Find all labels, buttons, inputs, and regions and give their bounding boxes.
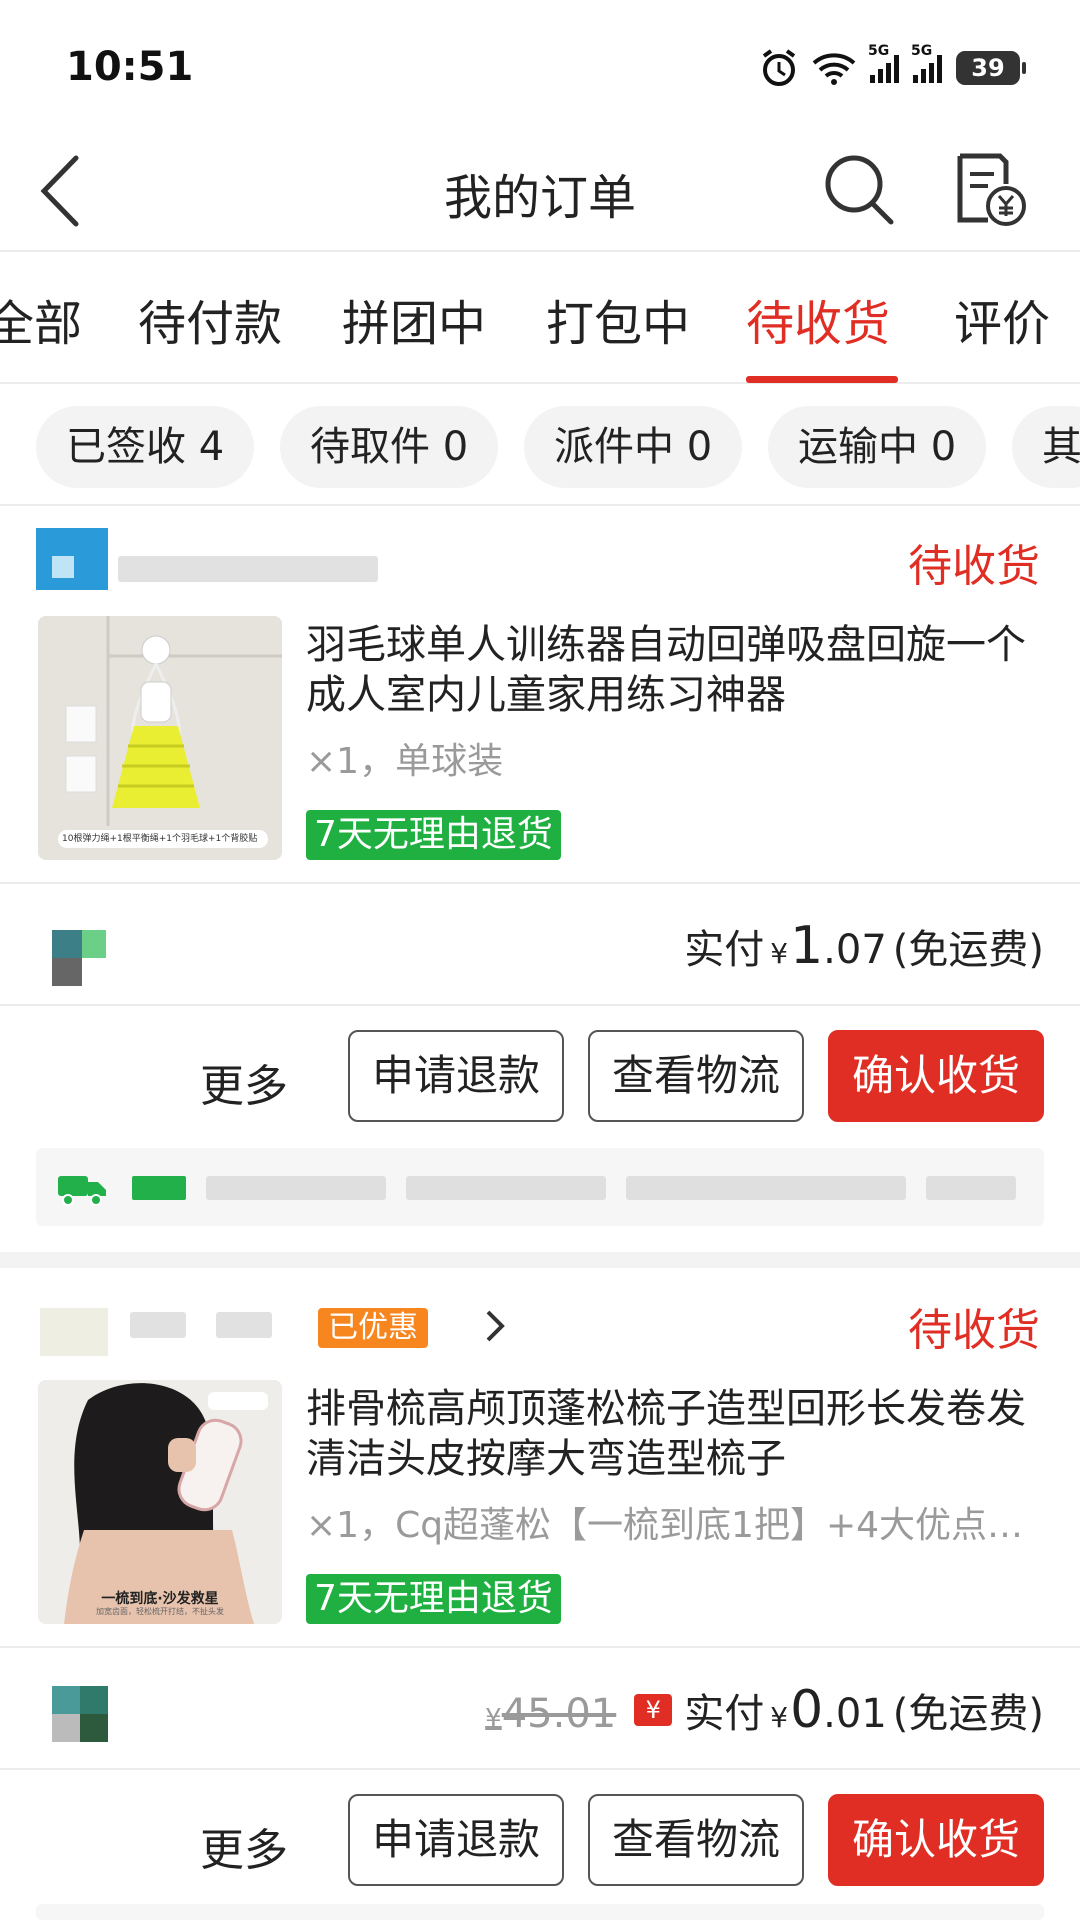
redacted-text — [926, 1176, 1016, 1200]
shipping-note: (免运费) — [892, 1691, 1044, 1737]
pay-integer: 0 — [790, 1680, 824, 1740]
redacted-text — [206, 1176, 386, 1200]
blurred-avatar — [52, 930, 106, 986]
shipping-note: (免运费) — [892, 927, 1044, 973]
net-type-1: 5G — [868, 43, 890, 59]
shop-logo[interactable] — [40, 1308, 108, 1356]
promo-tag: 已优惠 — [318, 1308, 428, 1348]
filter-chips: 已签收 4 待取件 0 派件中 0 运输中 0 其 — [0, 386, 1080, 506]
return-badge: 7天无理由退货 — [306, 1574, 561, 1624]
image-subcaption: 加宽齿面，轻松梳开打结，不扯头发 — [96, 1607, 224, 1616]
net-type-2: 5G — [911, 43, 933, 59]
refund-button[interactable]: 申请退款 — [348, 1030, 564, 1122]
divider — [0, 1768, 1080, 1770]
currency-symbol: ¥ — [770, 937, 789, 970]
image-caption: 10根弹力绳+1根平衡绳+1个羽毛球+1个背胶贴 — [62, 834, 258, 844]
order-tabs: 全部 待付款 拼团中 打包中 待收货 评价 — [0, 254, 1080, 384]
chevron-right-icon[interactable] — [484, 1308, 506, 1344]
redacted-text — [406, 1176, 606, 1200]
page-title: 我的订单 — [443, 170, 636, 226]
confirm-receipt-button[interactable]: 确认收货 — [828, 1030, 1044, 1122]
tab-unpaid[interactable]: 待付款 — [138, 284, 282, 354]
tab-packing[interactable]: 打包中 — [546, 284, 690, 354]
image-caption: 一梳到底·沙发救星 — [101, 1591, 219, 1607]
product-image[interactable]: 10根弹力绳+1根平衡绳+1个羽毛球+1个背胶贴 — [38, 616, 282, 860]
logistics-button[interactable]: 查看物流 — [588, 1030, 804, 1122]
product-spec: ×1，单球装 — [306, 741, 504, 782]
search-icon[interactable] — [822, 152, 896, 226]
payment-line: ¥45.01 ¥ 实付 ¥ 0 .01 (免运费) — [485, 1680, 1044, 1740]
product-spec: ×1，Cq超蓬松【一梳到底1把】+4大优点… — [306, 1505, 1024, 1546]
pay-integer: 1 — [790, 916, 824, 976]
orig-currency: ¥ — [485, 1704, 502, 1734]
chip-delivering[interactable]: 派件中 0 — [524, 406, 743, 488]
tab-all[interactable]: 全部 — [0, 284, 82, 354]
order-status: 待收货 — [908, 541, 1040, 592]
status-bar: 10:51 5G 5G 39 — [0, 0, 1080, 130]
status-time: 10:51 — [66, 44, 194, 90]
redacted-status — [132, 1176, 186, 1200]
product-title[interactable]: 羽毛球单人训练器自动回弹吸盘回旋一个成人室内儿童家用练习神器 — [306, 620, 1036, 720]
chip-in-transit[interactable]: 运输中 0 — [768, 406, 987, 488]
confirm-receipt-button[interactable]: 确认收货 — [828, 1794, 1044, 1886]
redacted-text — [626, 1176, 906, 1200]
orig-price-value: 45.01 — [501, 1691, 617, 1737]
shop-logo[interactable] — [36, 528, 108, 590]
product-image[interactable]: 一梳到底·沙发救星 加宽齿面，轻松梳开打结，不扯头发 — [38, 1380, 282, 1624]
hongbao-icon: ¥ — [634, 1694, 673, 1726]
pay-label: 实付 — [684, 927, 765, 973]
shop-name-redacted — [216, 1312, 272, 1338]
order-separator — [0, 1252, 1080, 1268]
more-button[interactable]: 更多 — [200, 1050, 288, 1114]
wifi-icon — [812, 53, 856, 85]
return-badge: 7天无理由退货 — [306, 810, 561, 860]
shop-name-redacted — [118, 556, 378, 582]
chip-signed[interactable]: 已签收 4 — [36, 406, 255, 488]
shuttlecock-trainer-image — [38, 616, 282, 860]
signal-icon-2: 5G — [911, 43, 942, 83]
signal-icon-1: 5G — [868, 43, 899, 83]
blurred-avatar — [52, 1686, 108, 1742]
status-icons: 5G 5G 39 — [760, 43, 1026, 90]
payment-line: 实付 ¥ 1 .07 (免运费) — [684, 916, 1044, 976]
product-title[interactable]: 排骨梳高颅顶蓬松梳子造型回形长发卷发清洁头皮按摩大弯造型梳子 — [306, 1384, 1036, 1484]
pay-label: 实付 — [684, 1691, 765, 1737]
chip-pickup[interactable]: 待取件 0 — [280, 406, 499, 488]
tab-indicator — [746, 376, 898, 383]
divider — [0, 1004, 1080, 1006]
logistics-bar[interactable] — [36, 1904, 1044, 1920]
divider — [0, 882, 1080, 884]
original-price: ¥45.01 — [485, 1691, 616, 1737]
divider — [0, 1646, 1080, 1648]
logistics-bar[interactable] — [36, 1148, 1044, 1226]
battery-icon: 39 — [956, 51, 1026, 85]
pay-decimal: .01 — [823, 1691, 887, 1737]
more-button[interactable]: 更多 — [200, 1814, 288, 1878]
tab-review[interactable]: 评价 — [954, 284, 1050, 354]
nav-header: 我的订单 — [0, 130, 1080, 252]
logistics-button[interactable]: 查看物流 — [588, 1794, 804, 1886]
bill-icon[interactable] — [952, 150, 1028, 230]
tab-group[interactable]: 拼团中 — [342, 284, 486, 354]
alarm-icon — [762, 49, 796, 86]
order-status: 待收货 — [908, 1305, 1040, 1356]
pay-decimal: .07 — [823, 927, 887, 973]
truck-icon — [58, 1176, 106, 1206]
tab-to-receive[interactable]: 待收货 — [746, 284, 890, 354]
shop-name-redacted — [130, 1312, 186, 1338]
chip-other[interactable]: 其 — [1012, 406, 1080, 488]
refund-button[interactable]: 申请退款 — [348, 1794, 564, 1886]
currency-symbol: ¥ — [770, 1701, 789, 1734]
